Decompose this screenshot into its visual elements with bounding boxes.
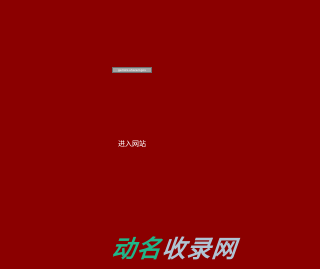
enter-site-link[interactable]: 进入网站 — [113, 138, 151, 150]
watermark-part-a: 动名 — [110, 235, 164, 263]
watermark-part-b: 收录网 — [160, 235, 239, 263]
top-banner: gemini-shared.gov — [112, 67, 152, 73]
site-watermark: 动名收录网 — [111, 235, 239, 263]
banner-text: gemini-shared.gov — [117, 68, 146, 72]
